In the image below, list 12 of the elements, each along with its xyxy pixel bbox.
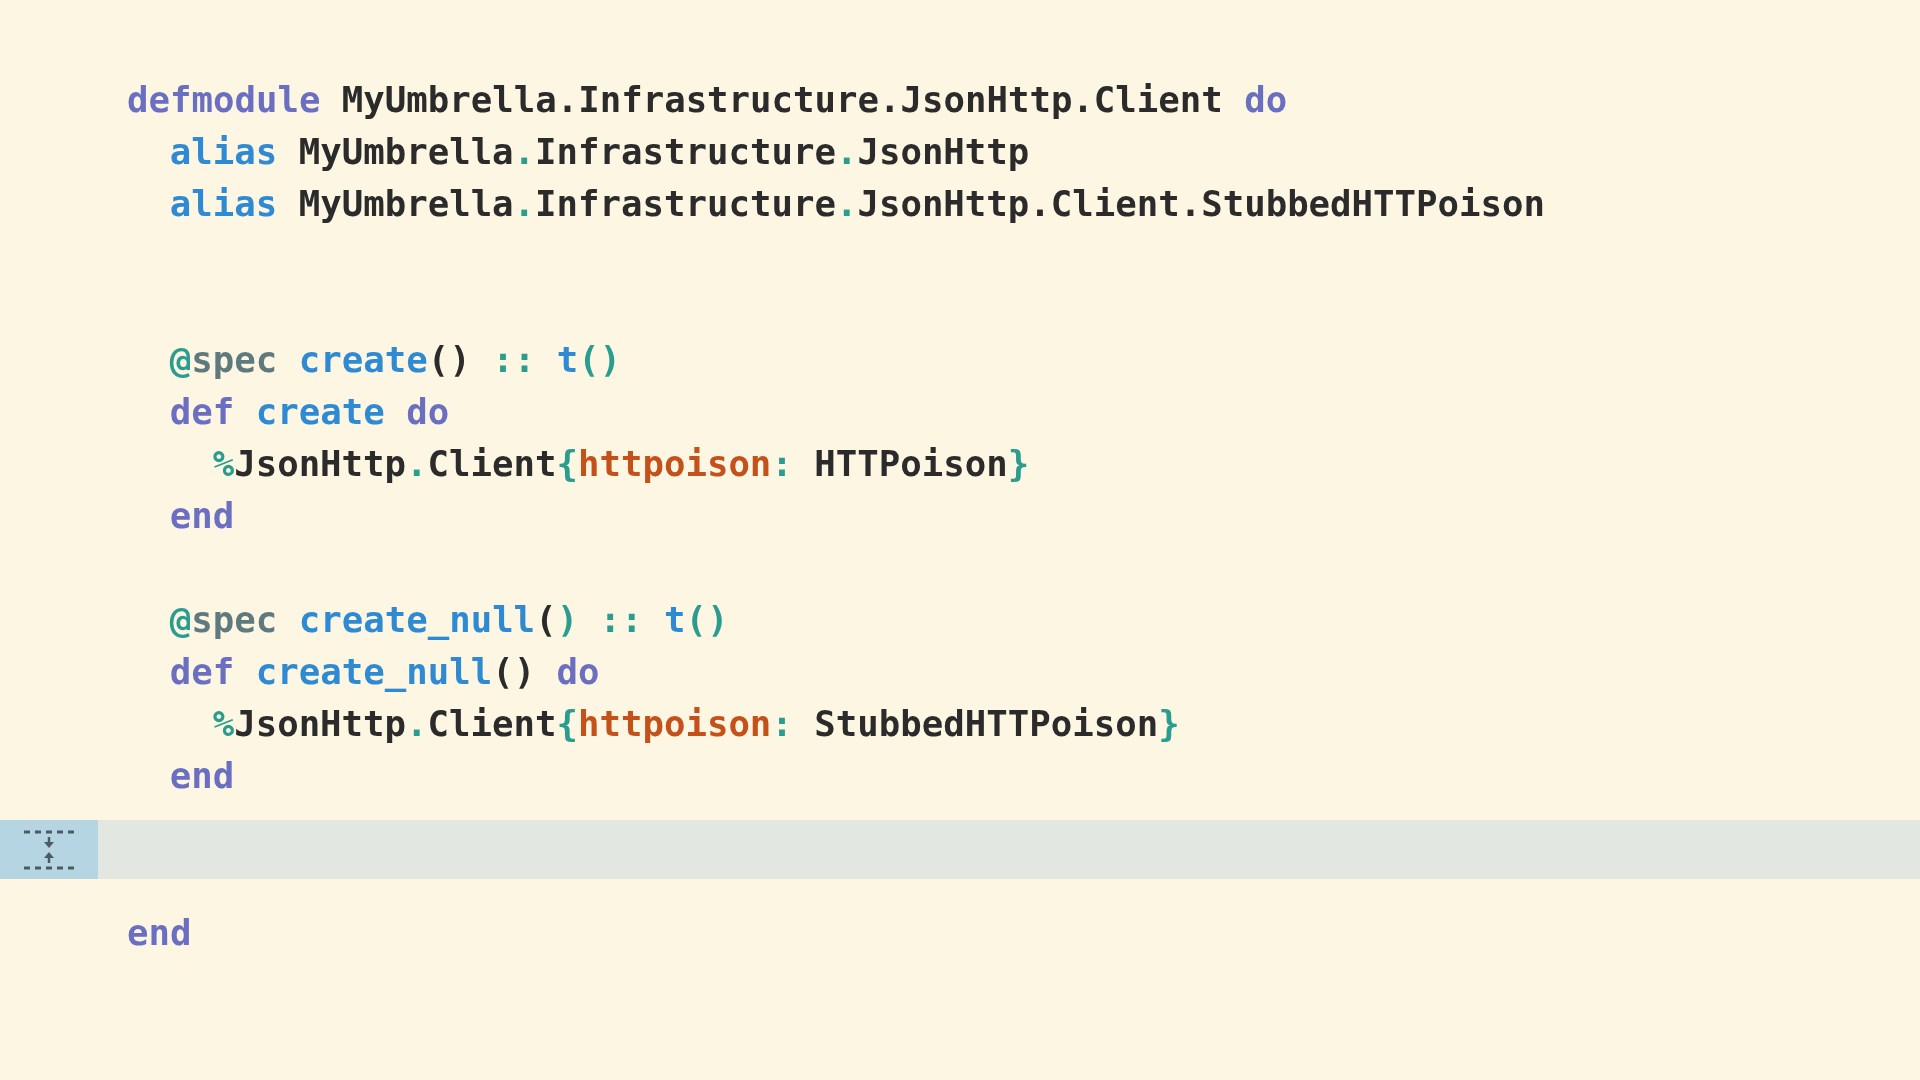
code-line: %JsonHttp.Client{httpoison: HTTPoison} xyxy=(212,442,1030,486)
code-line: def create do xyxy=(169,390,450,434)
code-line: end xyxy=(169,754,235,798)
code-line: defmodule MyUmbrella.Infrastructure.JsonHttp.Client do xyxy=(127,78,1288,122)
code-line: def create_null() do xyxy=(169,650,600,694)
code-line: end xyxy=(169,494,235,538)
code-line: end xyxy=(127,911,192,955)
code-line: alias MyUmbrella.Infrastructure.JsonHttp.Client.StubbedHTTPoison xyxy=(169,182,1545,226)
code-line: @spec create_null() :: t() xyxy=(169,598,729,642)
code-line: %JsonHttp.Client{httpoison: StubbedHTTPoison} xyxy=(212,702,1180,746)
code-line: alias MyUmbrella.Infrastructure.JsonHttp xyxy=(169,130,1030,174)
code-line: @spec create() :: t() xyxy=(169,338,622,382)
